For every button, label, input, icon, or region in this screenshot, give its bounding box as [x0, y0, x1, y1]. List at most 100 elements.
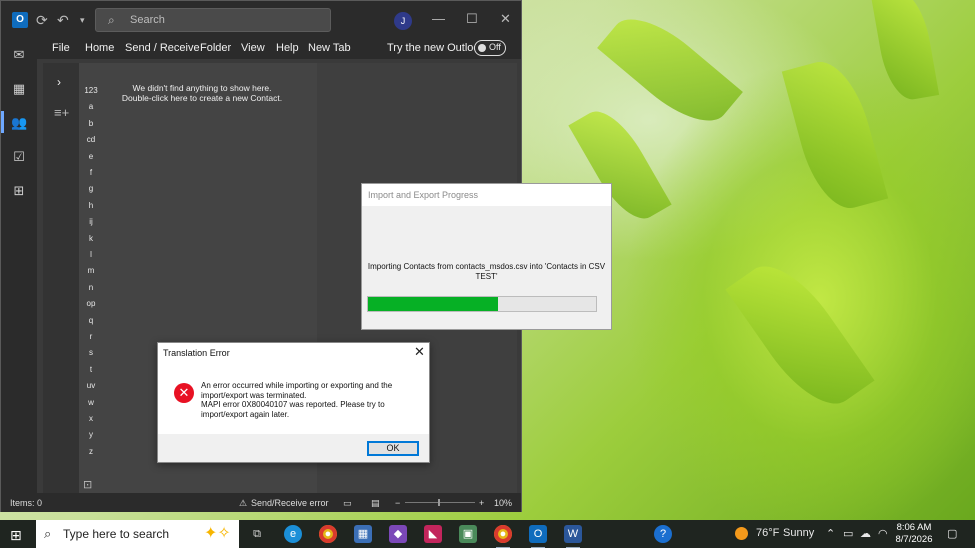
clock-date: 8/7/2026 — [895, 534, 933, 545]
tasks-icon[interactable]: ☑ — [11, 149, 27, 165]
active-nav-indicator — [1, 111, 4, 133]
toggle-state-label: Off — [489, 42, 501, 52]
error-message: An error occurred while importing or exp… — [201, 381, 425, 419]
alphabet-index-item[interactable]: r — [83, 332, 99, 341]
alphabet-index-item[interactable]: cd — [83, 135, 99, 144]
alphabet-index-item[interactable]: a — [83, 102, 99, 111]
zoom-level[interactable]: 10% — [494, 498, 512, 508]
reading-view-icon[interactable]: ▤ — [371, 498, 380, 509]
word-icon[interactable]: W — [564, 525, 582, 548]
zoom-slider-thumb[interactable] — [438, 499, 440, 506]
alphabet-index-item[interactable]: uv — [83, 381, 99, 390]
tab-new-tab[interactable]: New Tab — [308, 42, 351, 54]
alphabet-index-item[interactable]: w — [83, 398, 99, 407]
apps-icon[interactable]: ⊞ — [11, 183, 27, 199]
progress-message: Importing Contacts from contacts_msdos.c… — [367, 262, 606, 281]
wallpaper-leaf — [781, 53, 889, 217]
alphabet-index-item[interactable]: t — [83, 365, 99, 374]
tab-file[interactable]: File — [52, 42, 70, 54]
sync-icon[interactable]: ⟳ — [36, 12, 48, 28]
empty-contacts-message[interactable]: We didn't find anything to show here. Do… — [109, 83, 295, 103]
edge-icon[interactable]: e — [284, 525, 302, 543]
chevron-up-icon[interactable]: ⌃ — [826, 527, 835, 540]
progress-dialog-titlebar: Import and Export Progress — [362, 184, 611, 206]
tab-folder[interactable]: Folder — [200, 42, 231, 54]
notifications-icon[interactable]: ▢ — [947, 527, 957, 540]
tab-view[interactable]: View — [241, 42, 265, 54]
sunny-weather-icon[interactable] — [735, 527, 748, 540]
send-receive-error-status[interactable]: Send/Receive error — [251, 498, 329, 508]
people-icon[interactable]: 👥 — [11, 115, 27, 131]
zoom-in-icon[interactable]: + — [479, 498, 484, 508]
close-icon[interactable]: ✕ — [500, 11, 511, 27]
tab-home[interactable]: Home — [85, 42, 114, 54]
zoom-out-icon[interactable]: − — [395, 498, 400, 508]
photo-app-icon[interactable]: ▣ — [459, 525, 477, 543]
onedrive-icon[interactable]: ☁ — [860, 527, 871, 540]
alphabet-index-item[interactable]: e — [83, 152, 99, 161]
chrome-icon[interactable]: ● — [494, 525, 512, 548]
customize-toolbar-icon[interactable]: ▾ — [80, 12, 85, 28]
search-input[interactable]: ⌕ Search — [95, 8, 331, 32]
add-contact-list-icon[interactable]: ≡+ — [54, 105, 69, 120]
wifi-icon[interactable]: ◠ — [878, 527, 888, 540]
alphabet-index-item[interactable]: ij — [83, 217, 99, 226]
undo-icon[interactable]: ↶ — [57, 12, 69, 28]
calendar-icon[interactable]: ▦ — [11, 81, 27, 97]
minimize-icon[interactable]: — — [432, 11, 445, 27]
alphabet-index-item[interactable]: k — [83, 234, 99, 243]
try-new-outlook-label: Try the new Outlook — [387, 42, 486, 54]
task-view-icon[interactable]: ⧉ — [248, 525, 266, 543]
search-placeholder: Search — [130, 14, 165, 26]
status-items-count: Items: 0 — [10, 498, 43, 508]
avatar[interactable]: J — [394, 12, 412, 30]
alphabet-index-item[interactable]: z — [83, 447, 99, 456]
calculator-icon[interactable]: ▦ — [354, 525, 372, 543]
alphabet-index-item[interactable]: y — [83, 430, 99, 439]
new-outlook-toggle[interactable]: Off — [474, 40, 506, 56]
wallpaper-leaf — [597, 2, 743, 138]
tab-send-receive[interactable]: Send / Receive — [125, 42, 200, 54]
weather-temperature[interactable]: 76°F — [756, 527, 779, 539]
progress-bar — [367, 296, 597, 312]
alphabet-index-item[interactable]: op — [83, 299, 99, 308]
search-highlight-icon: ✦✧ — [204, 525, 231, 542]
chrome-icon[interactable]: ● — [319, 525, 337, 543]
warning-icon: ⚠ — [239, 498, 248, 508]
windows-start-icon[interactable]: ⊞ — [10, 527, 22, 544]
alphabet-index-item[interactable]: s — [83, 348, 99, 357]
alphabet-index-item[interactable]: 123 — [83, 86, 99, 95]
alphabet-index-item[interactable]: h — [83, 201, 99, 210]
alphabet-index-item[interactable]: g — [83, 184, 99, 193]
ribbon-tabs: File Home Send / Receive Folder View Hel… — [1, 39, 521, 59]
outlook-taskbar-icon[interactable]: O — [529, 525, 547, 548]
contact-card-icon[interactable]: ⊡ — [83, 478, 92, 491]
import-export-progress-dialog: Import and Export Progress Importing Con… — [361, 183, 612, 330]
help-icon[interactable]: ? — [654, 525, 672, 543]
alphabet-index-item[interactable]: m — [83, 266, 99, 275]
battery-icon[interactable]: ▭ — [843, 527, 853, 540]
system-clock[interactable]: 8:06 AM 8/7/2026 — [893, 522, 935, 546]
mixed-app-icon[interactable]: ◆ — [389, 525, 407, 543]
tab-help[interactable]: Help — [276, 42, 299, 54]
alphabet-index-item[interactable]: l — [83, 250, 99, 259]
colorful-app-icon[interactable]: ◣ — [424, 525, 442, 543]
taskbar-search-input[interactable]: ⌕ Type here to search ✦✧ — [36, 520, 239, 548]
expand-folder-pane-icon[interactable]: › — [57, 75, 61, 89]
alphabet-index-item[interactable]: q — [83, 316, 99, 325]
alphabet-index-item[interactable]: x — [83, 414, 99, 423]
empty-message-line2: Double-click here to create a new Contac… — [121, 93, 283, 103]
close-icon[interactable]: ✕ — [414, 345, 425, 359]
ok-button[interactable]: OK — [367, 441, 419, 456]
maximize-icon[interactable]: ☐ — [466, 11, 478, 27]
outlook-logo-icon: O — [12, 12, 28, 28]
alphabet-index-item[interactable]: f — [83, 168, 99, 177]
translation-error-dialog: Translation Error ✕ ✕ An error occurred … — [157, 342, 430, 463]
normal-view-icon[interactable]: ▭ — [343, 498, 352, 509]
mail-icon[interactable]: ✉ — [11, 47, 27, 63]
alphabet-index-item[interactable]: b — [83, 119, 99, 128]
title-bar: O ⟳ ↶ ▾ ⌕ Search J — ☐ ✕ — [1, 1, 521, 39]
weather-description[interactable]: Sunny — [783, 527, 814, 539]
zoom-slider[interactable] — [405, 502, 475, 503]
alphabet-index-item[interactable]: n — [83, 283, 99, 292]
